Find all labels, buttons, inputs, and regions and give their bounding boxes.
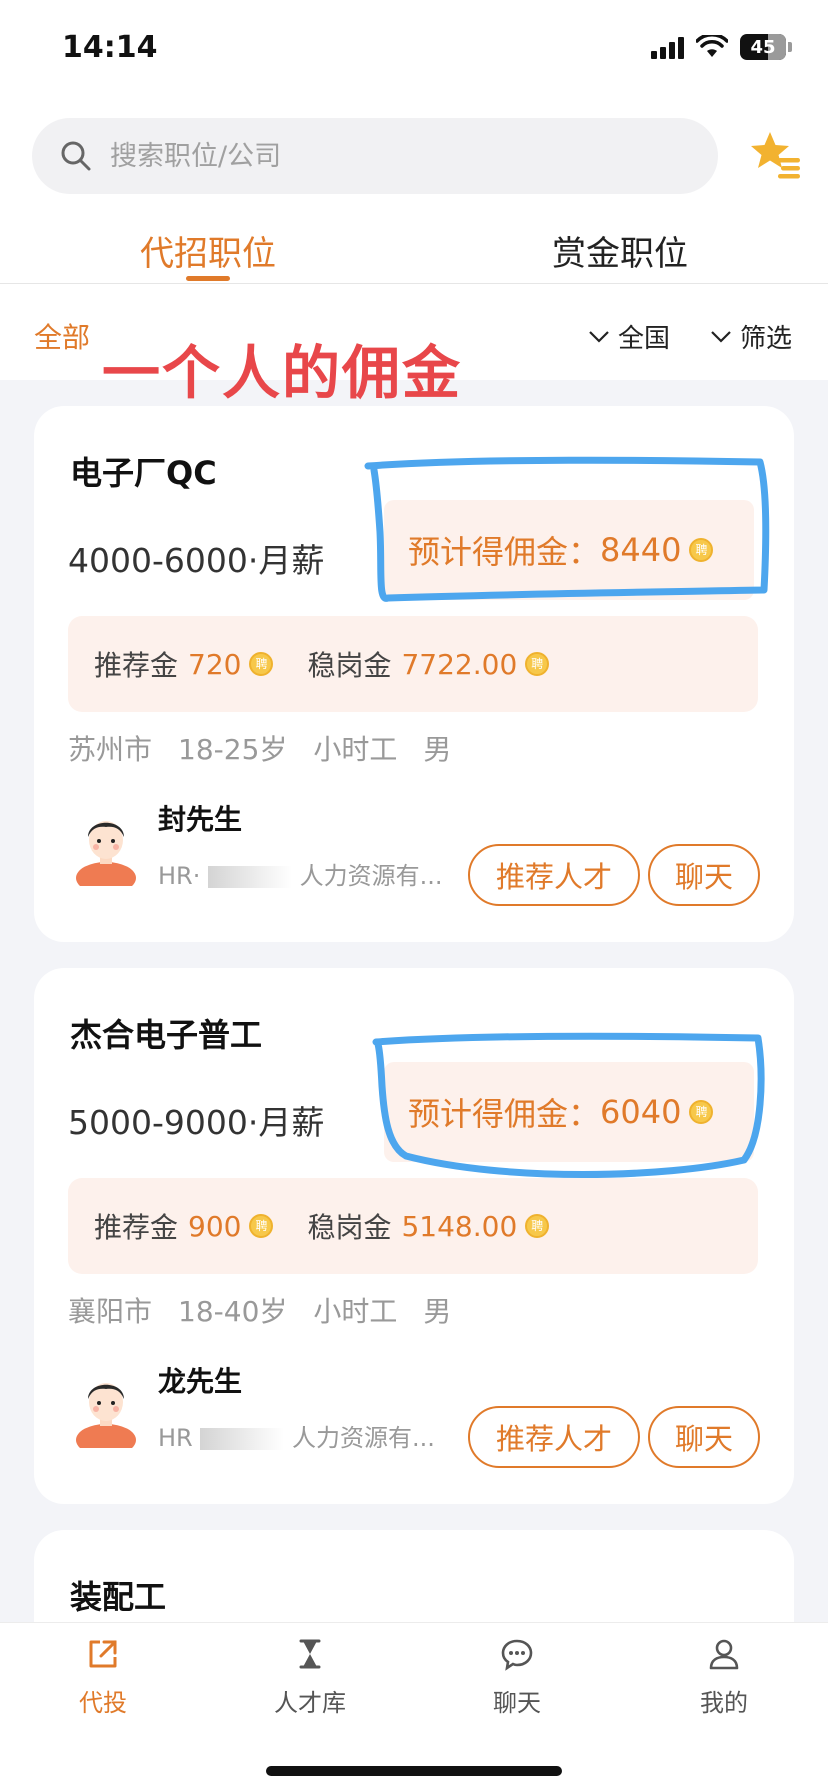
chat-bubble-icon (501, 1639, 533, 1671)
job-tags: 苏州市 18-25岁 小时工 男 (68, 728, 451, 768)
stable-amount: 5148.00 (401, 1209, 518, 1243)
chevron-down-icon (589, 330, 609, 343)
chevron-down-icon (711, 330, 731, 343)
commission-box: 预计得佣金： 8440 聘 (384, 500, 754, 600)
hourglass-icon (299, 1639, 321, 1669)
job-tags: 襄阳市 18-40岁 小时工 男 (68, 1290, 451, 1330)
tag-age: 18-40岁 (178, 1295, 288, 1328)
tab-agent-jobs[interactable]: 代招职位 (138, 226, 278, 275)
tag-gender: 男 (423, 1295, 452, 1328)
stable-amount: 7722.00 (401, 647, 518, 681)
chat-button[interactable]: 聊天 (648, 844, 760, 906)
wifi-icon (696, 35, 728, 57)
status-time: 14:14 (62, 30, 158, 65)
tab-divider (0, 283, 828, 284)
job-title: 电子厂QC (70, 454, 217, 492)
reward-box: 推荐金 720 聘 稳岗金 7722.00 聘 (68, 616, 758, 712)
tab-bounty-jobs[interactable]: 赏金职位 (550, 226, 690, 275)
job-title: 杰合电子普工 (70, 1016, 263, 1054)
nav-label: 人才库 (274, 1689, 346, 1717)
recommend-talent-button[interactable]: 推荐人才 (468, 844, 640, 906)
commission-value: 6040 (600, 1093, 682, 1131)
job-card[interactable]: 杰合电子普工 5000-9000·月薪 预计得佣金： 6040 聘 推荐金 900 聘 … (34, 968, 794, 1504)
job-salary: 5000-9000·月薪 (68, 1103, 325, 1142)
external-share-icon (89, 1640, 117, 1668)
reward-box: 推荐金 900 聘 稳岗金 5148.00 聘 (68, 1178, 758, 1274)
tag-type: 小时工 (313, 1295, 398, 1328)
commission-label: 预计得佣金： (408, 533, 601, 571)
active-tab-indicator (186, 276, 230, 281)
job-salary: 4000-6000·月薪 (68, 541, 325, 580)
coin-icon: 聘 (249, 652, 274, 676)
referral-label: 推荐金 (94, 649, 179, 682)
hr-company-line: HR 人力资源有... (158, 1418, 448, 1453)
nav-item-profile[interactable]: 我的 (664, 1637, 784, 1718)
commission-box: 预计得佣金： 6040 聘 (384, 1062, 754, 1162)
battery-tip (788, 42, 792, 52)
search-input[interactable] (110, 140, 670, 172)
tag-city: 苏州市 (68, 733, 153, 766)
redacted-blur (208, 866, 292, 888)
cellular-signal-icon (651, 35, 684, 59)
filter-region[interactable]: 全国 (588, 318, 670, 355)
filter-screen[interactable]: 筛选 (710, 318, 792, 355)
coin-icon: 聘 (689, 538, 714, 562)
status-icons: 45 (651, 34, 792, 60)
battery-icon: 45 (740, 34, 786, 60)
coin-icon: 聘 (249, 1214, 274, 1238)
coin-icon: 聘 (689, 1100, 714, 1124)
hr-prefix: HR· (158, 862, 201, 890)
tag-type: 小时工 (313, 733, 398, 766)
stable-label: 稳岗金 (307, 1211, 392, 1244)
favorite-list-icon[interactable] (748, 128, 804, 184)
referral-amount: 720 (188, 647, 242, 681)
hr-company: 人力资源有... (299, 862, 443, 890)
annotation-text: 一个人的佣金 (102, 339, 463, 407)
job-title: 装配工 (70, 1578, 167, 1616)
coin-icon: 聘 (525, 1214, 550, 1238)
stable-label: 稳岗金 (307, 649, 392, 682)
hr-name: 封先生 (158, 803, 243, 836)
hr-name: 龙先生 (158, 1365, 243, 1398)
filter-screen-label: 筛选 (740, 324, 793, 354)
referral-label: 推荐金 (94, 1211, 179, 1244)
hr-company: 人力资源有... (292, 1424, 435, 1452)
referral-amount: 900 (188, 1209, 242, 1243)
search-icon (61, 141, 91, 171)
commission-value: 8440 (600, 531, 682, 569)
nav-label: 聊天 (493, 1689, 541, 1717)
avatar (76, 1383, 136, 1448)
job-card[interactable]: 电子厂QC 4000-6000·月薪 预计得佣金： 8440 聘 推荐金 720 聘 稳… (34, 406, 794, 942)
nav-item-talent-pool[interactable]: 人才库 (250, 1637, 370, 1718)
search-bar[interactable] (32, 118, 718, 194)
hr-prefix: HR (158, 1424, 193, 1452)
nav-item-submit[interactable]: 代投 (43, 1637, 163, 1718)
user-icon (709, 1639, 739, 1670)
tag-age: 18-25岁 (178, 733, 288, 766)
avatar (76, 821, 136, 886)
filter-all[interactable]: 全部 (34, 316, 90, 356)
chat-button[interactable]: 聊天 (648, 1406, 760, 1468)
tag-city: 襄阳市 (68, 1295, 153, 1328)
nav-item-chat[interactable]: 聊天 (457, 1637, 577, 1718)
commission-label: 预计得佣金： (408, 1095, 601, 1133)
hr-company-line: HR· 人力资源有... (158, 856, 448, 891)
nav-label: 代投 (79, 1689, 127, 1717)
filter-region-label: 全国 (618, 324, 671, 354)
redacted-blur (200, 1428, 285, 1450)
recommend-talent-button[interactable]: 推荐人才 (468, 1406, 640, 1468)
home-indicator (266, 1766, 562, 1776)
coin-icon: 聘 (525, 652, 550, 676)
tag-gender: 男 (423, 733, 452, 766)
nav-label: 我的 (700, 1689, 748, 1717)
